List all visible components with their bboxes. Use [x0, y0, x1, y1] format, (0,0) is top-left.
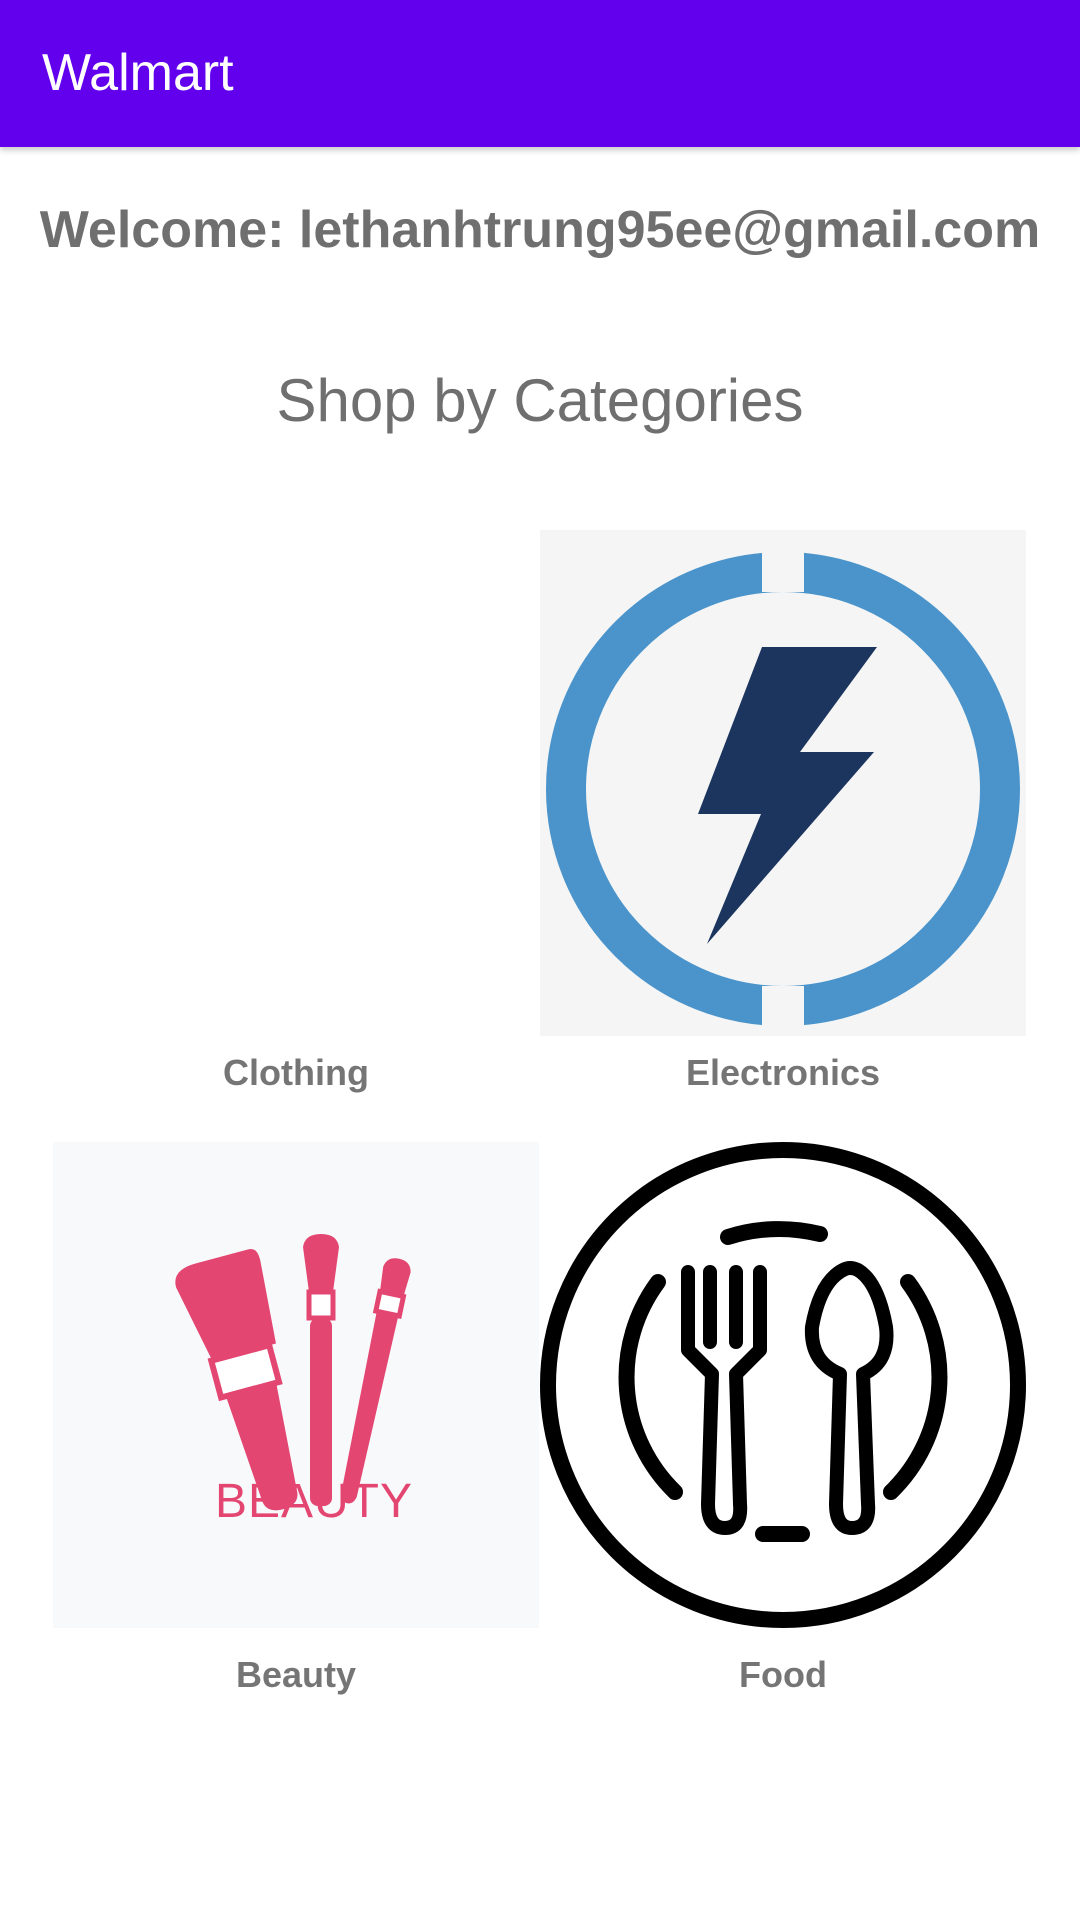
app-title: Walmart	[42, 44, 234, 102]
fork-spoon-plate-icon	[540, 1142, 1026, 1628]
category-label-food: Food	[739, 1654, 827, 1695]
clothing-image[interactable]	[53, 530, 539, 1036]
category-label-beauty: Beauty	[235, 1654, 357, 1695]
beauty-logo-text: BEAUTY	[215, 1475, 413, 1528]
makeup-brushes-icon: BEAUTY	[53, 1142, 539, 1628]
category-label-clothing: Clothing	[223, 1052, 369, 1093]
lightning-bolt-icon	[540, 530, 1026, 1036]
category-label-electronics: Electronics	[685, 1052, 881, 1093]
section-title: Shop by Categories	[276, 367, 804, 434]
welcome-message: Welcome: lethanhtrung95ee@gmail.com	[39, 201, 1041, 259]
app-bar: Walmart	[0, 0, 1080, 147]
beauty-image[interactable]: BEAUTY	[53, 1142, 539, 1628]
electronics-image[interactable]	[540, 530, 1026, 1036]
food-image[interactable]	[540, 1142, 1026, 1628]
